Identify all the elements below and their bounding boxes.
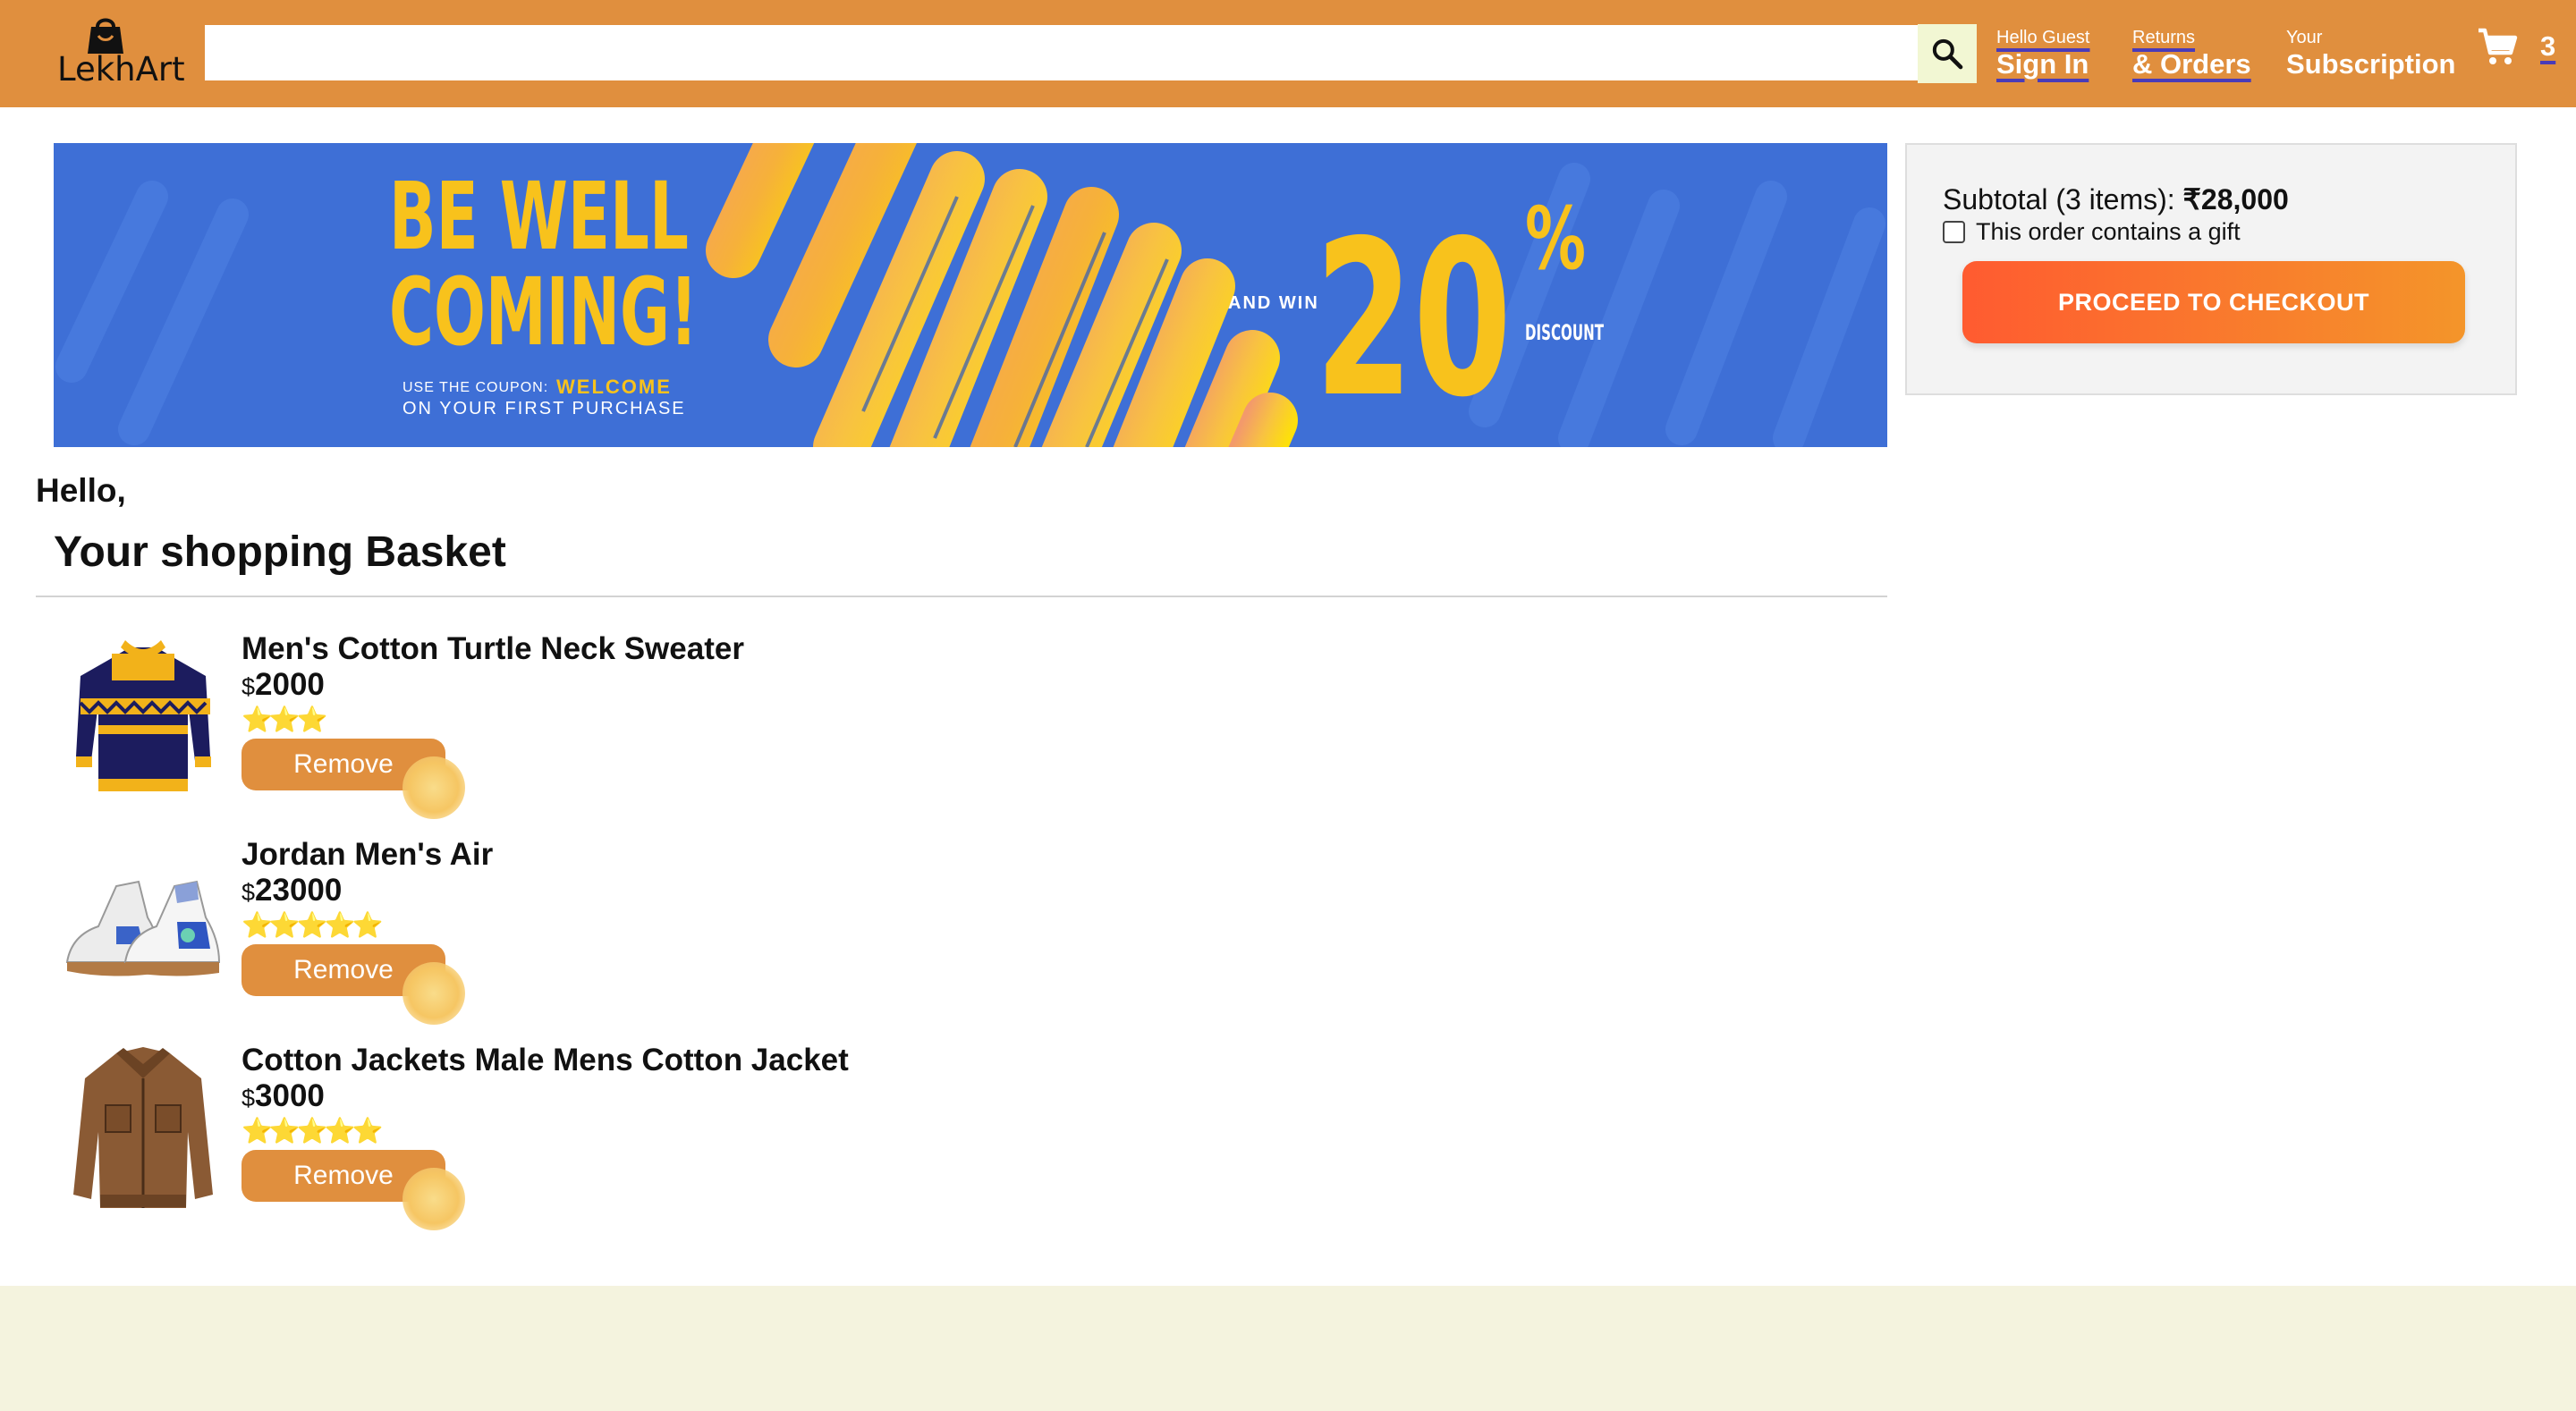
nav-returns-small: Returns bbox=[2132, 28, 2196, 47]
basket-item: Men's Cotton Turtle Neck Sweater $2000 ⭐… bbox=[54, 631, 1306, 819]
item-price: $2000 bbox=[242, 667, 325, 703]
banner-coupon-suffix: ON YOUR FIRST PURCHASE bbox=[402, 399, 686, 418]
nav-sign-in-big: Sign In bbox=[1996, 48, 2089, 80]
button-ripple bbox=[402, 756, 465, 819]
price-value: 3000 bbox=[255, 1078, 325, 1113]
product-image-jacket bbox=[73, 1047, 213, 1208]
banner-and-win: AND WIN bbox=[1228, 293, 1319, 313]
cart-icon[interactable] bbox=[2476, 27, 2521, 70]
greeting: Hello, bbox=[36, 472, 126, 509]
subtotal-label: Subtotal (3 items): bbox=[1943, 183, 2175, 215]
page-title: Your shopping Basket bbox=[54, 528, 506, 576]
price-value: 23000 bbox=[255, 873, 343, 908]
item-title[interactable]: Jordan Men's Air bbox=[242, 837, 493, 873]
button-ripple bbox=[402, 1168, 465, 1230]
currency-symbol: $ bbox=[242, 673, 256, 700]
nav-sign-in[interactable]: Hello Guest Sign In bbox=[1996, 27, 2090, 80]
banner-coupon-code: WELCOME bbox=[556, 376, 672, 398]
subtotal-line: Subtotal (3 items): ₹28,000 bbox=[1943, 182, 2289, 216]
banner-line2: COMING! bbox=[389, 258, 698, 367]
item-title[interactable]: Men's Cotton Turtle Neck Sweater bbox=[242, 631, 744, 667]
shopping-bag-icon bbox=[88, 18, 123, 54]
promo-banner[interactable]: BE WELL COMING! USE THE COUPON: WELCOME … bbox=[54, 143, 1887, 447]
rating-stars: ⭐⭐⭐⭐⭐ bbox=[242, 911, 383, 939]
search-button[interactable] bbox=[1918, 24, 1977, 83]
currency-symbol: $ bbox=[242, 1085, 256, 1111]
gift-option[interactable]: This order contains a gift bbox=[1943, 218, 2241, 246]
banner-percent-value: 20 bbox=[1315, 194, 1512, 444]
promo-banner-graphic: BE WELL COMING! USE THE COUPON: WELCOME … bbox=[54, 143, 1887, 447]
logo-text: LekhArt bbox=[57, 50, 185, 89]
proceed-to-checkout-button[interactable]: PROCEED TO CHECKOUT bbox=[1962, 261, 2465, 343]
item-price: $23000 bbox=[242, 873, 342, 908]
basket-item: Cotton Jackets Male Mens Cotton Jacket $… bbox=[54, 1043, 1306, 1230]
nav-subscription-big: Subscription bbox=[2286, 48, 2456, 80]
product-image-sneakers bbox=[65, 880, 221, 976]
subtotal-amount: ₹28,000 bbox=[2182, 183, 2289, 215]
rating-stars: ⭐⭐⭐ bbox=[242, 706, 328, 733]
rating-stars: ⭐⭐⭐⭐⭐ bbox=[242, 1117, 383, 1145]
nav-sign-in-small: Hello Guest bbox=[1996, 28, 2090, 47]
basket-item: Jordan Men's Air $23000 ⭐⭐⭐⭐⭐ Remove bbox=[54, 837, 1306, 1025]
search-input[interactable] bbox=[205, 25, 1919, 80]
banner-coupon-prefix: USE THE COUPON: bbox=[402, 380, 548, 395]
search-icon bbox=[1932, 38, 1963, 70]
banner-discount: DISCOUNT bbox=[1525, 320, 1604, 345]
subtotal-box: Subtotal (3 items): ₹28,000 This order c… bbox=[1905, 143, 2517, 395]
product-image-sweater bbox=[76, 640, 211, 791]
nav-subscription-small: Your bbox=[2286, 28, 2323, 47]
nav-returns-orders[interactable]: Returns & Orders bbox=[2132, 27, 2251, 80]
nav-subscription[interactable]: Your Subscription bbox=[2286, 27, 2455, 80]
gift-label: This order contains a gift bbox=[1976, 218, 2241, 245]
nav-orders-big: & Orders bbox=[2132, 48, 2251, 80]
currency-symbol: $ bbox=[242, 879, 256, 906]
item-price: $3000 bbox=[242, 1078, 325, 1114]
item-title[interactable]: Cotton Jackets Male Mens Cotton Jacket bbox=[242, 1043, 849, 1078]
price-value: 2000 bbox=[255, 667, 325, 702]
button-ripple bbox=[402, 962, 465, 1025]
cart-count[interactable]: 3 bbox=[2540, 30, 2555, 63]
banner-percent-sign: % bbox=[1525, 189, 1586, 289]
gift-checkbox[interactable] bbox=[1943, 221, 1965, 243]
divider bbox=[36, 596, 1887, 597]
header: LekhArt Hello Guest Sign In Returns & Or… bbox=[0, 0, 2576, 107]
banner-line1: BE WELL bbox=[389, 162, 689, 271]
logo[interactable]: LekhArt bbox=[52, 13, 185, 93]
